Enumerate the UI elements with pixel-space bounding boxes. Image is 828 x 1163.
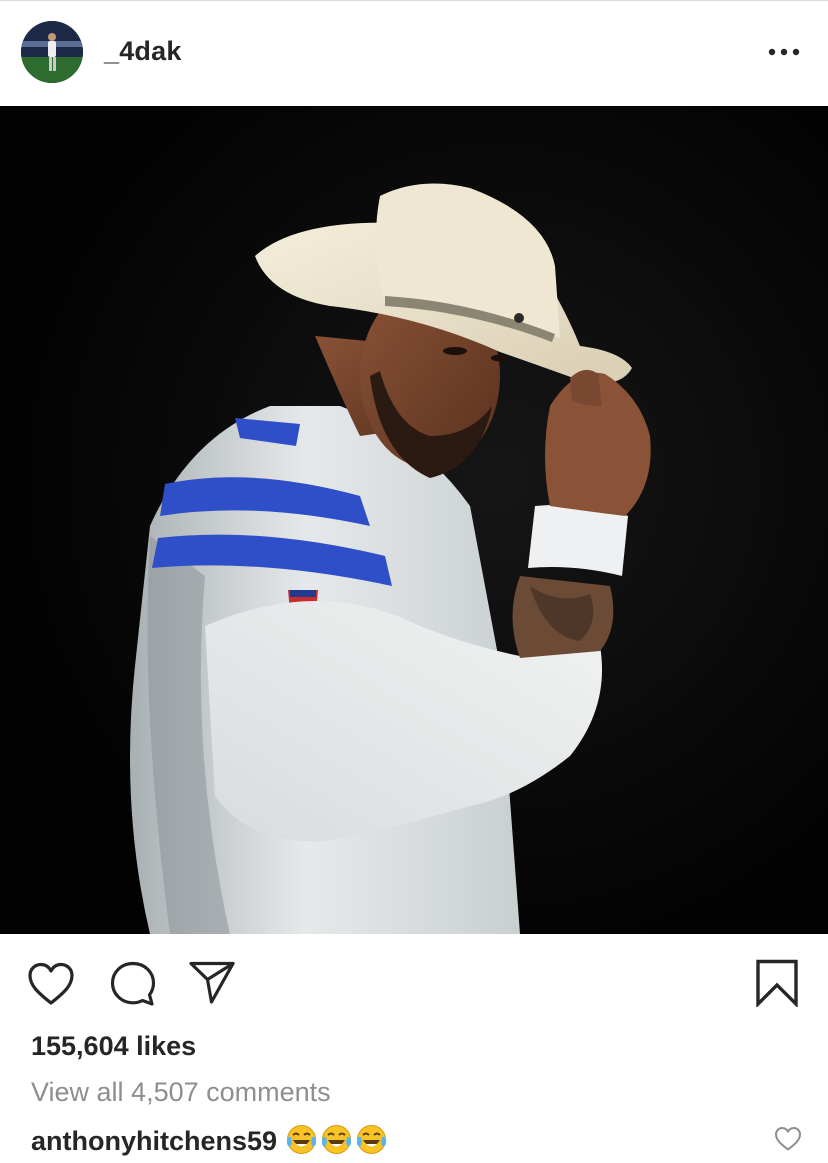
profile-avatar[interactable] <box>21 21 83 83</box>
bookmark-icon[interactable] <box>755 959 799 1012</box>
more-horizontal-icon[interactable] <box>764 38 804 68</box>
face-with-tears-of-joy-icon <box>356 1125 387 1154</box>
face-with-tears-of-joy-icon <box>321 1125 352 1154</box>
comment-emojis <box>285 1123 390 1163</box>
heart-icon[interactable] <box>27 962 75 1011</box>
post-username[interactable]: _4dak <box>104 36 182 67</box>
comment-bubble-icon[interactable] <box>109 960 157 1013</box>
post-photo[interactable] <box>0 106 828 934</box>
small-heart-icon[interactable] <box>774 1126 802 1157</box>
view-all-comments-link[interactable]: View all 4,507 comments <box>31 1077 331 1108</box>
likes-count[interactable]: 155,604 likes <box>31 1031 196 1062</box>
comment-row: anthonyhitchens59 <box>31 1123 390 1163</box>
paper-plane-icon[interactable] <box>188 960 236 1011</box>
post-actions <box>0 934 828 1024</box>
post-header: _4dak <box>0 0 828 106</box>
face-with-tears-of-joy-icon <box>286 1125 317 1154</box>
comment-username[interactable]: anthonyhitchens59 <box>31 1126 277 1156</box>
